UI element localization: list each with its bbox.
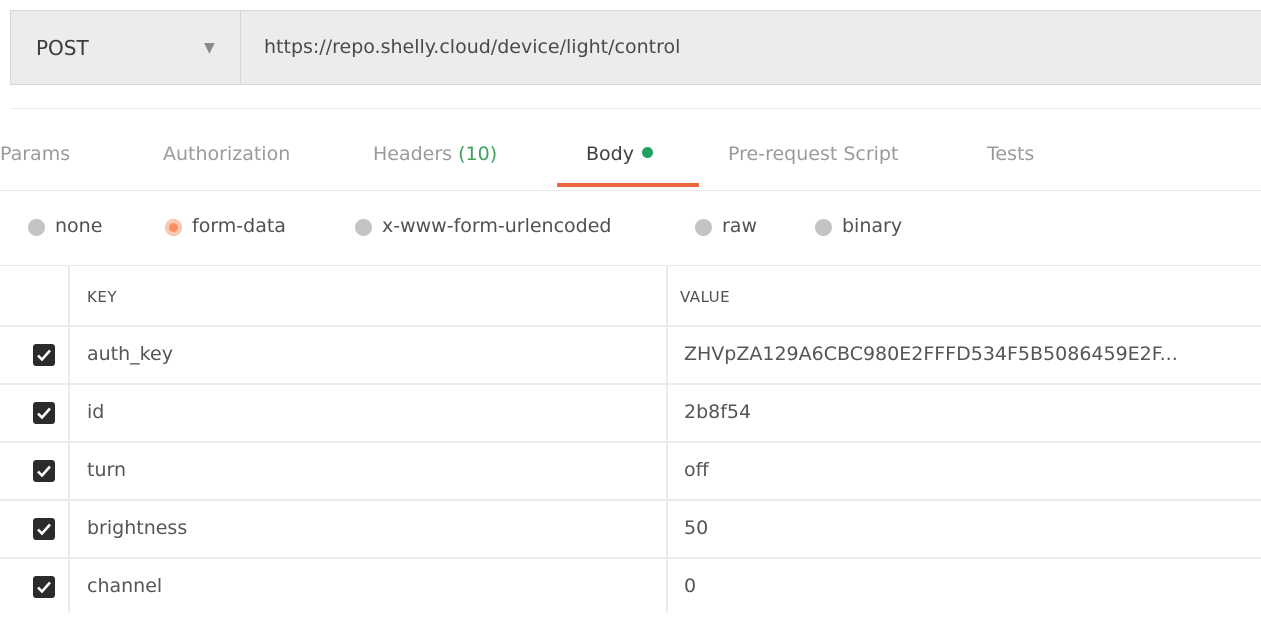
row-checkbox[interactable] [33,576,55,598]
tab-tests[interactable]: Tests [987,143,1034,165]
radio-label: binary [842,215,903,237]
row-checkbox[interactable] [33,518,55,540]
request-tabs: Params Authorization Headers (10) Body P… [0,110,1261,191]
tab-authorization[interactable]: Authorization [163,143,290,165]
key-cell[interactable]: brightness [87,517,187,539]
tab-label: Tests [987,143,1035,165]
radio-label: raw [722,215,757,237]
column-divider[interactable] [68,265,70,613]
tab-label: Params [0,143,71,165]
row-checkbox[interactable] [33,460,55,482]
radio-circle-icon [695,219,712,236]
key-cell[interactable]: auth_key [87,343,173,365]
chevron-down-icon: ▼ [204,40,215,56]
tab-headers[interactable]: Headers (10) [373,143,497,165]
key-cell[interactable]: id [87,401,104,423]
table-row: turn off [0,443,1261,501]
value-cell[interactable]: 0 [684,575,696,597]
body-indicator-dot-icon [641,147,653,158]
method-label: POST [36,36,89,60]
table-row: auth_key ZHVpZA129A6CBC980E2FFFD534F5B50… [0,327,1261,385]
table-header: KEY VALUE [0,265,1261,327]
value-cell[interactable]: ZHVpZA129A6CBC980E2FFFD534F5B5086459E2F.… [684,343,1178,365]
radio-circle-icon [815,219,832,236]
key-cell[interactable]: channel [87,575,162,597]
tab-label: Authorization [163,143,291,165]
request-bar: POST ▼ [10,10,1261,85]
active-tab-underline [557,183,699,187]
column-divider[interactable] [666,265,668,613]
value-column-header: VALUE [680,288,731,306]
checkmark-icon [37,465,51,478]
key-column-header: KEY [87,288,117,306]
radio-circle-icon [355,219,372,236]
tab-label: Body [586,143,634,165]
row-checkbox[interactable] [33,402,55,424]
value-cell[interactable]: 2b8f54 [684,401,751,423]
checkmark-icon [37,523,51,536]
form-data-table: KEY VALUE auth_key ZHVpZA129A6CBC980E2FF… [0,265,1261,613]
radio-circle-icon [28,219,45,236]
table-row: brightness 50 [0,501,1261,559]
row-checkbox[interactable] [33,344,55,366]
tab-label: Pre-request Script [728,143,899,165]
value-cell[interactable]: 50 [684,517,708,539]
value-cell[interactable]: off [684,459,709,481]
radio-selected-icon [165,219,182,236]
tab-params[interactable]: Params [0,143,70,165]
radio-label: form-data [192,215,286,237]
table-row: id 2b8f54 [0,385,1261,443]
tab-body[interactable]: Body [586,143,653,165]
key-cell[interactable]: turn [87,459,126,481]
checkmark-icon [37,407,51,420]
method-select[interactable]: POST ▼ [11,11,241,84]
table-row: channel 0 [0,559,1261,617]
radio-label: x-www-form-urlencoded [382,215,612,237]
checkmark-icon [37,349,51,362]
radio-label: none [55,215,103,237]
tab-pre-request-script[interactable]: Pre-request Script [728,143,898,165]
checkmark-icon [37,581,51,594]
divider [10,108,1261,109]
url-input[interactable] [264,36,1224,58]
body-type-selector: none form-data x-www-form-urlencoded raw… [0,208,1261,248]
headers-count-badge: (10) [458,143,498,165]
tab-label: Headers [373,143,453,165]
